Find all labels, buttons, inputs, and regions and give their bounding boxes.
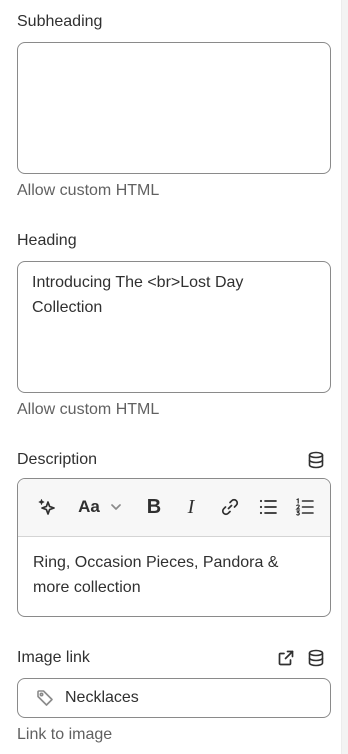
bullet-list-icon[interactable] (255, 493, 281, 521)
bold-icon[interactable]: B (142, 493, 166, 521)
external-link-icon[interactable] (275, 647, 297, 669)
chevron-down-icon[interactable] (106, 493, 126, 521)
italic-icon[interactable]: I (179, 493, 203, 521)
database-icon[interactable] (305, 449, 327, 471)
image-link-label: Image link (17, 649, 90, 666)
description-text[interactable]: Ring, Occasion Pieces, Pandora & more co… (18, 537, 330, 613)
heading-help-text: Allow custom HTML (17, 401, 160, 418)
font-size-icon[interactable]: Aa (73, 493, 105, 521)
subheading-help-text: Allow custom HTML (17, 182, 160, 199)
link-icon[interactable] (217, 493, 243, 521)
image-link-help-text: Link to image (17, 726, 113, 743)
database-icon[interactable] (305, 647, 327, 669)
subheading-label: Subheading (17, 13, 103, 30)
subheading-textarea[interactable] (17, 42, 331, 174)
scrollbar[interactable] (341, 0, 348, 754)
magic-icon[interactable] (33, 493, 61, 521)
rich-text-toolbar: Aa B I (18, 479, 330, 537)
numbered-list-icon[interactable] (292, 493, 318, 521)
tag-icon (35, 688, 55, 708)
image-link-value: Necklaces (65, 689, 139, 706)
description-label: Description (17, 451, 98, 468)
heading-label: Heading (17, 232, 77, 249)
image-link-input[interactable]: Necklaces (17, 678, 331, 718)
settings-panel: Subheading Allow custom HTML Heading Int… (0, 0, 348, 754)
heading-textarea[interactable]: Introducing The <br>Lost Day Collection (17, 261, 331, 393)
description-rich-text-editor[interactable]: Aa B I Ring, Occasion Pieces, Pandora & … (17, 478, 331, 617)
